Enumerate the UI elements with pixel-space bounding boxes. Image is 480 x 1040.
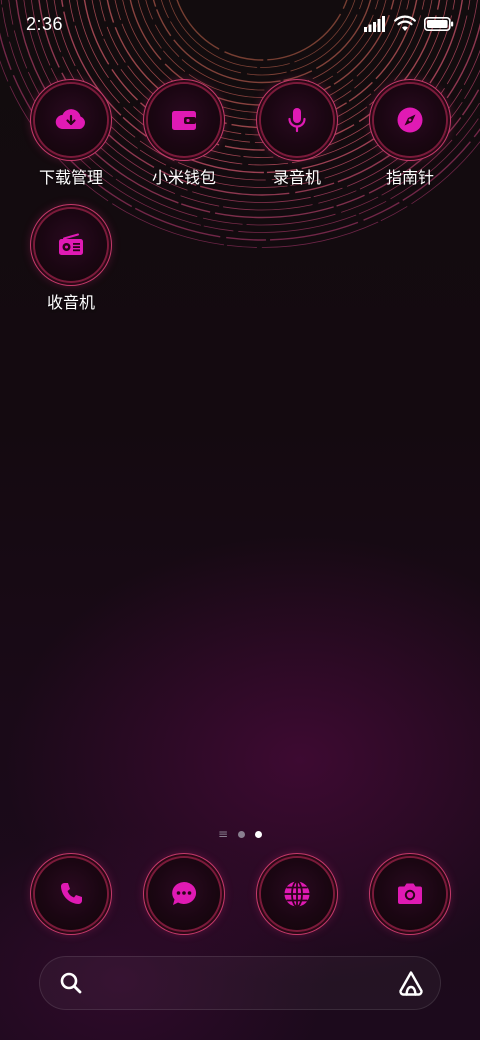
page-dot[interactable] bbox=[238, 830, 246, 838]
menu-lines-icon: ≡ bbox=[217, 827, 229, 841]
search-bar[interactable] bbox=[39, 956, 441, 1010]
app-label: 指南针 bbox=[385, 168, 434, 187]
app-icon-circle bbox=[35, 858, 107, 930]
dock-camera[interactable] bbox=[374, 858, 446, 930]
page-dot-active[interactable] bbox=[255, 830, 263, 838]
app-icon-circle bbox=[35, 209, 107, 281]
app-icon-circle bbox=[374, 84, 446, 156]
dock-phone[interactable] bbox=[35, 858, 107, 930]
search-icon[interactable] bbox=[59, 971, 83, 995]
page-indicator: ≡ bbox=[0, 828, 480, 840]
app-icon-circle bbox=[35, 84, 107, 156]
signal-icon bbox=[364, 15, 386, 36]
app-download-manager[interactable]: 下载管理 bbox=[21, 84, 121, 188]
app-label: 下载管理 bbox=[38, 168, 103, 187]
status-icons bbox=[364, 15, 454, 36]
app-icon-circle bbox=[261, 84, 333, 156]
dock-browser[interactable] bbox=[261, 858, 333, 930]
app-compass[interactable]: 指南针 bbox=[360, 84, 460, 188]
app-label: 录音机 bbox=[272, 168, 321, 187]
app-label: 小米钱包 bbox=[151, 168, 216, 187]
status-bar: 2:36 bbox=[0, 0, 480, 50]
app-radio[interactable]: 收音机 bbox=[21, 209, 121, 313]
status-time: 2:36 bbox=[26, 14, 64, 34]
wifi-icon bbox=[394, 15, 416, 36]
app-icon-circle bbox=[374, 858, 446, 930]
app-recorder[interactable]: 录音机 bbox=[247, 84, 347, 188]
app-label: 收音机 bbox=[46, 293, 95, 312]
app-icon-circle bbox=[148, 858, 220, 930]
app-icon-circle bbox=[148, 84, 220, 156]
battery-icon bbox=[424, 16, 454, 36]
app-mi-wallet[interactable]: 小米钱包 bbox=[134, 84, 234, 188]
app-icon-circle bbox=[261, 858, 333, 930]
dock-messages[interactable] bbox=[148, 858, 220, 930]
assistant-icon[interactable] bbox=[397, 969, 425, 997]
